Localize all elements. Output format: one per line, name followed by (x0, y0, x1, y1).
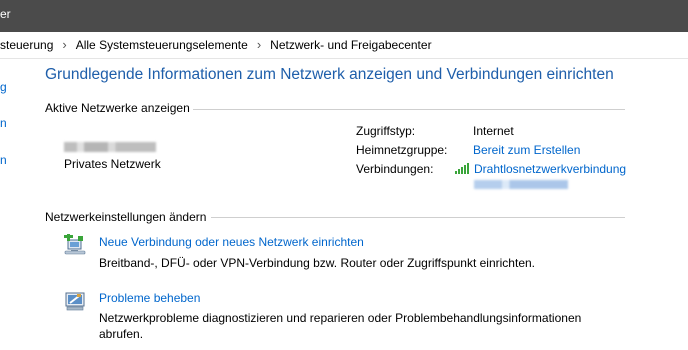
left-nav-pane: g n n (0, 58, 20, 350)
active-networks-section-label: Aktive Netzwerke anzeigen (45, 101, 190, 115)
network-name-redacted (64, 142, 156, 152)
new-connection-link[interactable]: Neue Verbindung oder neues Netzwerk einr… (99, 235, 364, 249)
wifi-signal-icon (455, 163, 469, 174)
left-nav-link[interactable]: g (0, 80, 7, 94)
access-type-value: Internet (473, 124, 514, 138)
breadcrumb-separator-icon: › (62, 37, 67, 52)
left-nav-link[interactable]: n (0, 116, 7, 130)
breadcrumb-item-network-center[interactable]: Netzwerk- und Freigabecenter (270, 38, 431, 52)
troubleshoot-link[interactable]: Probleme beheben (99, 291, 200, 305)
homegroup-label: Heimnetzgruppe: (356, 143, 448, 157)
section-divider (211, 217, 625, 218)
section-divider (193, 109, 625, 110)
new-connection-description: Breitband-, DFÜ- oder VPN-Verbindung bzw… (99, 256, 535, 270)
connections-label: Verbindungen: (356, 162, 434, 176)
address-bar[interactable]: steuerung › Alle Systemsteuerungselement… (0, 32, 688, 59)
window-titlebar: er (0, 0, 688, 32)
ssid-redacted[interactable] (474, 180, 568, 189)
access-type-label: Zugriffstyp: (356, 124, 416, 138)
page-title: Grundlegende Informationen zum Netzwerk … (45, 66, 614, 83)
change-settings-section-label: Netzwerkeinstellungen ändern (45, 210, 207, 224)
breadcrumb-item-control-panel[interactable]: steuerung (0, 38, 53, 52)
network-type: Privates Netzwerk (64, 157, 161, 171)
new-connection-icon (64, 234, 86, 255)
breadcrumb: steuerung › Alle Systemsteuerungselement… (0, 37, 432, 52)
wireless-connection-link[interactable]: Drahtlosnetzwerkverbindung (474, 162, 626, 176)
window-title: er (0, 7, 11, 21)
breadcrumb-separator-icon: › (256, 37, 262, 52)
left-nav-link[interactable]: n (0, 153, 7, 167)
troubleshoot-description: Netzwerkprobleme diagnostizieren und rep… (99, 311, 582, 341)
troubleshoot-icon (65, 292, 85, 311)
breadcrumb-item-all-items[interactable]: Alle Systemsteuerungselemente (76, 38, 248, 52)
homegroup-link[interactable]: Bereit zum Erstellen (473, 143, 580, 157)
